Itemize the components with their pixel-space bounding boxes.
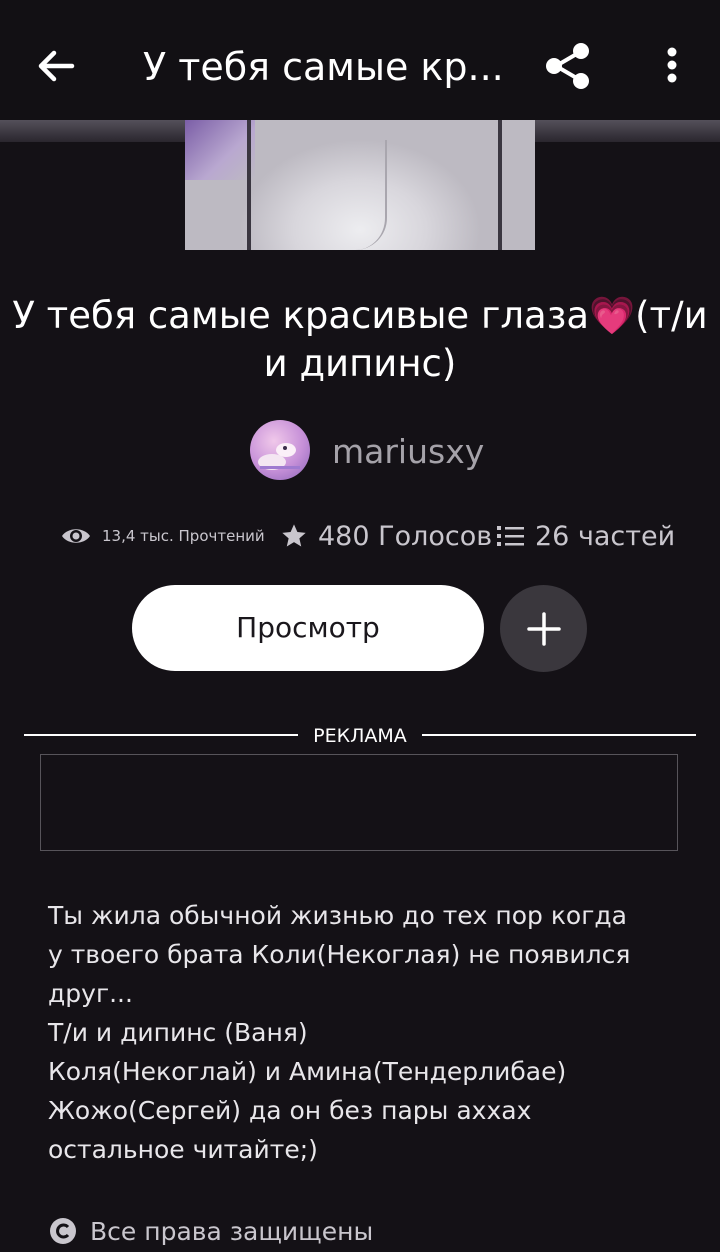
copyright-icon — [50, 1218, 76, 1244]
cover-strap-right — [498, 120, 502, 250]
ad-label: РЕКЛАМА — [313, 725, 407, 747]
story-stats: 13,4 тыс. Прочтений 480 Голосов 26 часте… — [0, 512, 720, 560]
story-description: Ты жила обычной жизнью до тех пор когда … — [48, 896, 688, 1169]
star-icon — [282, 524, 306, 547]
description-line: друг... — [48, 979, 133, 1008]
votes-count: 480 Голосов — [318, 520, 493, 552]
cover-hair-shape — [185, 120, 255, 180]
parts-stat: 26 частей — [497, 512, 675, 560]
description-line: Коля(Некоглай) и Амина(Тендерлибае) — [48, 1057, 567, 1086]
parts-count: 26 частей — [535, 520, 676, 552]
reads-count: 13,4 тыс. Прочтений — [102, 527, 265, 545]
story-cover-image[interactable] — [185, 120, 535, 250]
ad-divider-line-right — [422, 734, 696, 736]
description-line: Т/и и дипинс (Ваня) — [48, 1018, 308, 1047]
copyright-text: Все права защищены — [90, 1217, 374, 1246]
view-button[interactable]: Просмотр — [132, 585, 484, 671]
share-button[interactable] — [540, 38, 596, 94]
ad-divider-line-left — [24, 734, 298, 736]
description-line: остальное читайте;) — [48, 1135, 318, 1164]
cover-chain — [355, 140, 387, 250]
add-to-library-button[interactable] — [500, 585, 587, 672]
avatar[interactable] — [250, 420, 310, 480]
ad-slot[interactable] — [40, 754, 678, 851]
author-name[interactable]: mariusxy — [332, 432, 484, 471]
topbar-title: У тебя самые кр... — [143, 45, 504, 89]
back-arrow-icon — [38, 50, 75, 82]
cover-strap-left — [247, 120, 251, 250]
more-vertical-icon — [667, 47, 677, 83]
share-icon — [546, 43, 589, 89]
votes-stat: 480 Голосов — [280, 512, 492, 560]
eye-icon — [62, 529, 90, 543]
back-button[interactable] — [30, 40, 82, 92]
description-line: Жожо(Сергей) да он без пары аххах — [48, 1096, 532, 1125]
story-title: У тебя самые красивые глаза💗(т/и и дипин… — [12, 294, 708, 385]
description-line: Ты жила обычной жизнью до тех пор когда — [48, 901, 627, 930]
plus-icon — [527, 612, 561, 646]
list-icon — [497, 526, 524, 546]
reads-stat: 13,4 тыс. Прочтений — [60, 512, 265, 560]
cover-area — [0, 120, 720, 252]
more-options-button[interactable] — [650, 42, 694, 92]
ad-divider: РЕКЛАМА — [24, 722, 696, 750]
avatar-image — [258, 443, 300, 470]
description-line: у твоего брата Коли(Некоглая) не появилс… — [48, 940, 631, 969]
top-app-bar: У тебя самые кр... — [0, 0, 720, 120]
